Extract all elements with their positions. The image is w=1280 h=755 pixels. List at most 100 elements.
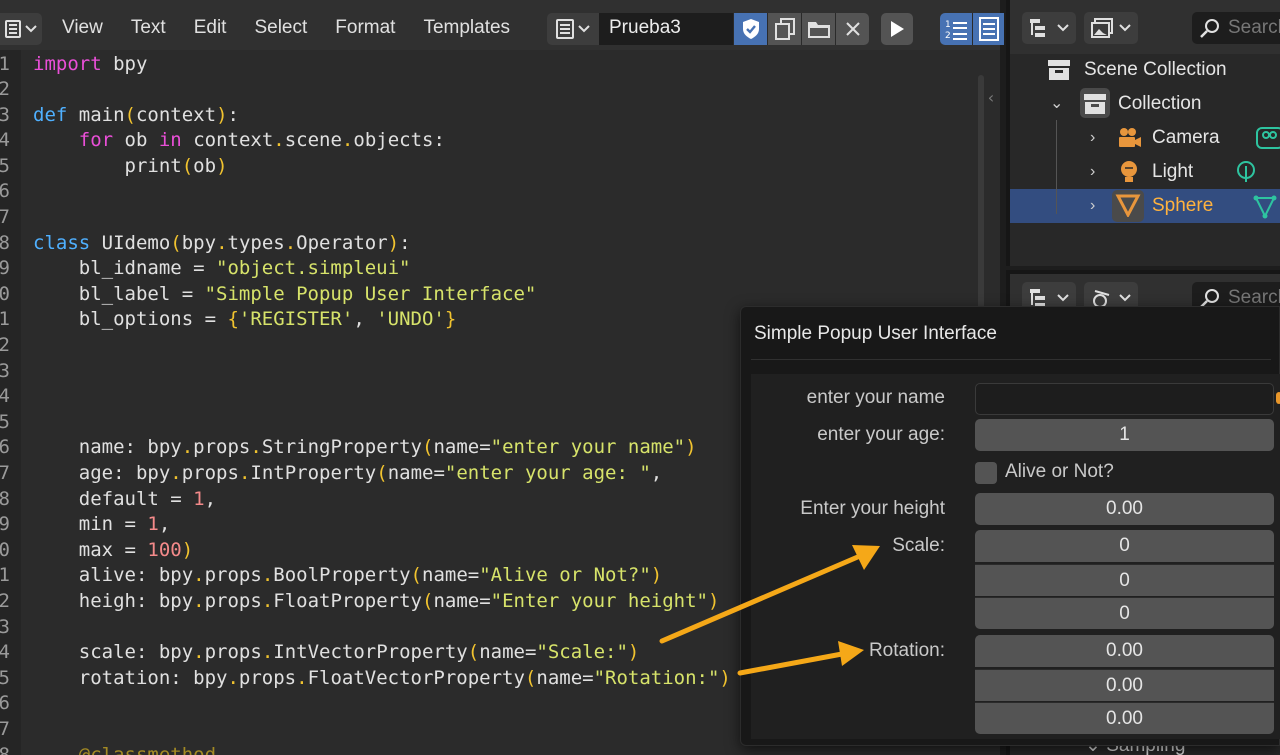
code-token: props [181,462,239,484]
code-token: Operator [296,232,388,254]
search-placeholder: Search [1228,17,1280,38]
code-token: IntProperty [250,462,377,484]
line-numbers-toggle[interactable]: 12 [940,13,972,45]
menu-text[interactable]: Text [117,11,180,45]
filter-dropdown[interactable] [1084,12,1138,44]
run-script-button[interactable] [881,13,913,45]
display-mode-dropdown[interactable] [1022,12,1076,44]
mesh-data-icon[interactable] [1252,194,1278,220]
code-token: } [444,308,457,330]
outliner-row-collection[interactable]: ⌄ Collection [1010,87,1280,121]
code-line: default = 1, [33,486,216,512]
scale-z-field[interactable]: 0 [975,597,1274,629]
code-line: import bpy [33,51,147,77]
outliner-panel: Search Scene Collection ⌄ Collection › C… [1006,0,1280,266]
code-line: rotation: bpy.props.FloatVectorProperty(… [33,665,731,691]
line-number: 11 [0,308,10,330]
chevron-down-icon [1119,24,1131,32]
code-token: ( [170,232,182,254]
light-data-icon[interactable] [1234,160,1258,184]
code-token: : [227,104,239,126]
line-number: 27 [0,718,10,740]
line-number: 26 [0,692,10,714]
line-number: 16 [0,436,10,458]
editor-menu-bar: View Text Edit Select Format Templates [48,11,524,45]
open-text-button[interactable] [801,13,835,45]
code-token: bpy [181,232,217,254]
unlink-text-button[interactable] [835,13,869,45]
height-field[interactable]: 0.00 [975,493,1274,525]
code-token: scale: bpy [33,641,194,663]
name-label: enter your name [806,387,945,408]
outliner-row-light[interactable]: › Light [1010,155,1280,189]
menu-edit[interactable]: Edit [180,11,241,45]
chevron-right-icon[interactable]: › [1090,121,1095,155]
code-token: ) [650,564,663,586]
rotation-y-field[interactable]: 0.00 [975,669,1274,701]
line-number: 10 [0,283,10,305]
browse-text-button[interactable] [547,13,599,45]
menu-select[interactable]: Select [240,11,321,45]
chevron-down-icon [1057,294,1069,302]
camera-data-icon[interactable] [1256,126,1280,150]
alive-checkbox[interactable] [975,462,997,484]
tree-guide-line [1056,120,1057,214]
code-token: . [216,232,228,254]
menu-view[interactable]: View [48,11,117,45]
code-token: ( [421,590,434,612]
outliner-row-camera[interactable]: › Camera [1010,121,1280,155]
scale-y-field[interactable]: 0 [975,564,1274,596]
code-token: max = [33,539,148,561]
code-token: default = [33,488,194,510]
code-token: . [296,667,308,689]
chevron-left-icon[interactable]: ‹ [982,88,1000,112]
word-wrap-toggle[interactable] [972,13,1004,45]
menu-format[interactable]: Format [321,11,409,45]
code-token: "Alive or Not?" [479,564,651,586]
fake-user-button[interactable] [733,13,767,45]
chevron-right-icon[interactable]: › [1090,155,1095,189]
code-token: "object.simpleui" [216,257,411,279]
svg-text:1: 1 [945,20,951,30]
menu-templates[interactable]: Templates [409,11,524,45]
line-number: 9 [0,257,10,279]
line-number: 13 [0,360,10,382]
outliner-row-scene-collection[interactable]: Scene Collection [1010,53,1280,87]
text-file-icon [556,19,574,39]
code-token: main [67,104,125,126]
code-token: ( [410,564,422,586]
outliner-row-sphere[interactable]: › Sphere [1010,189,1280,223]
scale-x-field[interactable]: 0 [975,530,1274,562]
chevron-down-icon [25,25,37,33]
name-input[interactable] [975,383,1274,415]
svg-text:2: 2 [945,31,951,41]
chevron-right-icon[interactable]: › [1090,189,1095,223]
code-token: . [238,462,251,484]
outliner-search-input[interactable]: Search [1192,12,1280,44]
search-icon [1200,19,1219,38]
age-field[interactable]: 1 [975,419,1274,451]
rotation-z-field[interactable]: 0.00 [975,702,1274,734]
code-token: 1 [193,488,205,510]
editor-type-dropdown[interactable] [0,13,42,45]
text-block-name-field[interactable]: Prueba3 [599,13,733,45]
code-token: rotation: bpy [33,667,228,689]
code-token: props [193,436,251,458]
code-token: min = [33,513,148,535]
code-token: "Simple Popup User Interface" [204,283,537,305]
code-token: name= [536,667,594,689]
code-token: . [170,462,182,484]
code-token: ( [524,667,537,689]
code-token: bl_idname = [33,257,217,279]
duplicate-text-button[interactable] [767,13,801,45]
line-number: 1 [0,53,10,75]
chevron-down-icon[interactable]: ⌄ [1050,87,1063,121]
code-line: max = 100) [33,537,193,563]
code-token: ) [627,641,640,663]
code-token: "Enter your height" [490,590,708,612]
height-label: Enter your height [800,498,945,519]
code-token: for [78,129,114,151]
code-token: ) [216,104,228,126]
rotation-x-field[interactable]: 0.00 [975,635,1274,667]
